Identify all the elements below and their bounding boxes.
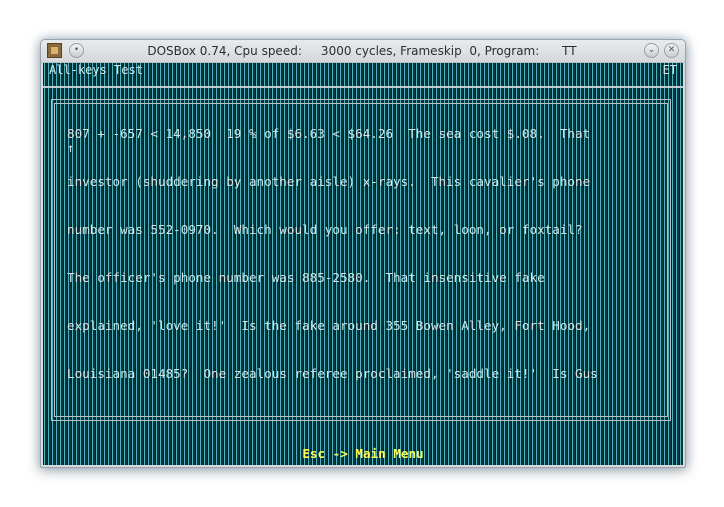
text-line-6: Louisiana 01485? One zealous referee pro…: [67, 366, 598, 381]
text-line-2: investor (shuddering by another aisle) x…: [67, 174, 591, 189]
header-divider: [43, 86, 683, 88]
status-indicator: ET: [662, 63, 677, 77]
title-bar[interactable]: • DOSBox 0.74, Cpu speed: 3000 cycles, F…: [41, 40, 685, 63]
text-line-4: The officer's phone number was 885-2580.…: [67, 270, 545, 285]
text-line-1: 807 + -657 < 14,850 19 % of $6.63 < $64.…: [67, 126, 591, 141]
dosbox-app-icon[interactable]: [47, 43, 62, 58]
window-menu-icon[interactable]: •: [69, 43, 84, 58]
text-line-5: explained, 'love it!' Is the fake around…: [67, 318, 591, 333]
close-icon[interactable]: ✕: [664, 43, 679, 58]
dos-screen[interactable]: All-keys Test ET 807 + -657 < 14,850 19 …: [43, 63, 683, 465]
text-line-3: number was 552-0970. Which would you off…: [67, 222, 583, 237]
test-mode-label: All-keys Test: [49, 63, 143, 77]
dosbox-window: • DOSBox 0.74, Cpu speed: 3000 cycles, F…: [40, 39, 686, 468]
shade-chevron-down-icon[interactable]: ⌄: [644, 43, 659, 58]
typing-cursor-arrow: ↑: [67, 141, 75, 155]
window-title: DOSBox 0.74, Cpu speed: 3000 cycles, Fra…: [147, 44, 577, 58]
main-menu-hint[interactable]: Esc -> Main Menu: [43, 447, 683, 461]
